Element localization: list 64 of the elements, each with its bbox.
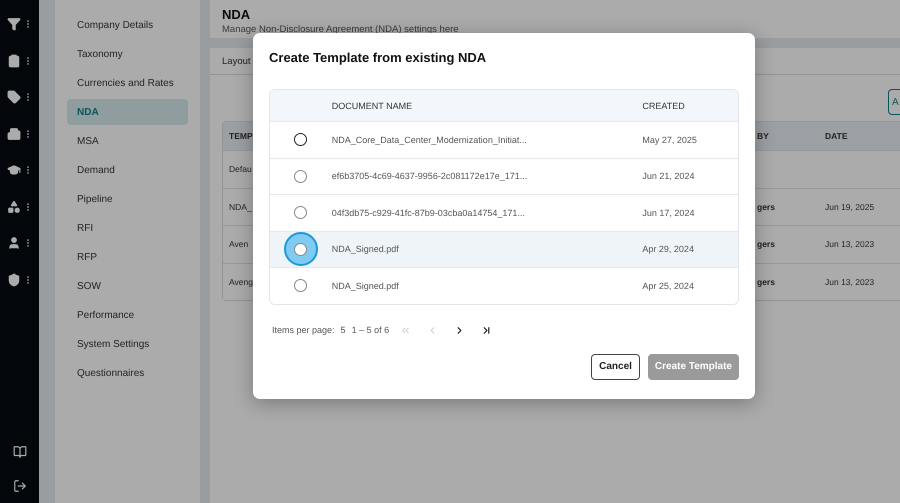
dialog-title: Create Template from existing NDA [269, 50, 488, 65]
graduation-icon[interactable] [6, 163, 20, 178]
table-cell-text: NDA_Signed.pdf [332, 244, 400, 254]
table-cell-text: 04f3db75-c929-41fc-87b9-03cba0a14754_171... [332, 208, 526, 218]
menu-item[interactable]: Taxonomy [67, 41, 188, 67]
table-cell-text: NDA_Signed.pdf [332, 280, 400, 291]
table-cell-text: NDA_ [228, 202, 253, 212]
menu-item[interactable]: Pipeline [67, 186, 188, 212]
table-cell-text: Jun 13, 2023 [825, 239, 876, 250]
menu-item[interactable]: MSA [67, 128, 188, 154]
menu-item[interactable]: Company Details [67, 12, 188, 38]
menu-item[interactable]: RFI [67, 215, 188, 241]
page-subtitle: Manage Non-Disclosure Agreement (NDA) settings here [222, 24, 460, 35]
menu-item[interactable]: Questionnaires [67, 360, 188, 386]
radio-button[interactable] [294, 133, 308, 146]
cancel-button[interactable]: Cancel [591, 354, 640, 380]
table-cell-text: gers [757, 276, 776, 287]
menu-item[interactable]: Performance [67, 302, 188, 328]
page-title: NDA [222, 7, 252, 22]
radio-button[interactable] [294, 279, 308, 292]
page-range: 1 – 5 of 6 [352, 325, 390, 335]
table-cell-text: NDA_Core_Data_Center_Modernization_Initiat... [332, 134, 528, 145]
table-cell-text: Apr 29, 2024 [642, 244, 695, 254]
column-header: CREATED [642, 100, 686, 110]
building-icon[interactable] [6, 126, 20, 141]
column-header: TEMP [228, 131, 254, 141]
column-header: DOCUMENT NAME [332, 100, 414, 110]
page-size[interactable]: 5 [340, 325, 346, 335]
menu-item[interactable]: System Settings [67, 331, 188, 357]
column-header: BY [757, 131, 770, 141]
table-cell-text: Aven [228, 239, 250, 250]
column-header: DATE [825, 131, 849, 141]
radio-button[interactable] [294, 170, 308, 183]
table-cell-text: Apr 25, 2024 [642, 280, 695, 291]
radio-button[interactable] [294, 206, 308, 220]
table-cell-text: Aveng [228, 276, 254, 287]
table-cell-text: ef6b3705-4c69-4637-9956-2c081172e17e_171... [332, 171, 528, 182]
table-cell-text: May 27, 2025 [642, 134, 698, 145]
click-indicator [284, 232, 318, 266]
last-page-icon[interactable] [481, 324, 492, 336]
menu-item[interactable]: SOW [67, 273, 188, 299]
table-cell-text: gers [757, 239, 776, 250]
shapes-icon[interactable] [6, 200, 20, 214]
logout-icon[interactable] [12, 479, 26, 493]
menu-item[interactable]: Currencies and Rates [67, 70, 188, 96]
table-cell-text: gers [757, 202, 776, 212]
menu-item[interactable]: Demand [67, 157, 188, 183]
table-row[interactable]: NDA_Signed.pdf Apr 29, 2024 [270, 230, 738, 267]
tab[interactable]: Layout [222, 56, 251, 66]
tag-icon[interactable] [6, 90, 20, 104]
table-cell-text: Jun 19, 2025 [825, 202, 876, 212]
table-cell-text: Defau [228, 164, 253, 174]
add-button[interactable]: A [888, 89, 900, 115]
filter-icon[interactable] [6, 17, 20, 32]
clipboard-icon[interactable] [6, 54, 20, 68]
book-icon[interactable] [12, 445, 26, 459]
shield-icon[interactable] [6, 272, 20, 287]
pager-label: Items per page: [272, 325, 335, 335]
menu-item[interactable]: RFP [67, 244, 188, 270]
table-row[interactable]: NDA_Signed.pdf Apr 25, 2024 [270, 267, 738, 304]
table-cell-text: Jun 21, 2024 [642, 171, 696, 182]
table-cell-text: Jun 17, 2024 [642, 208, 696, 218]
user-icon[interactable] [6, 236, 20, 250]
table-cell-text: Jun 13, 2023 [825, 276, 876, 287]
